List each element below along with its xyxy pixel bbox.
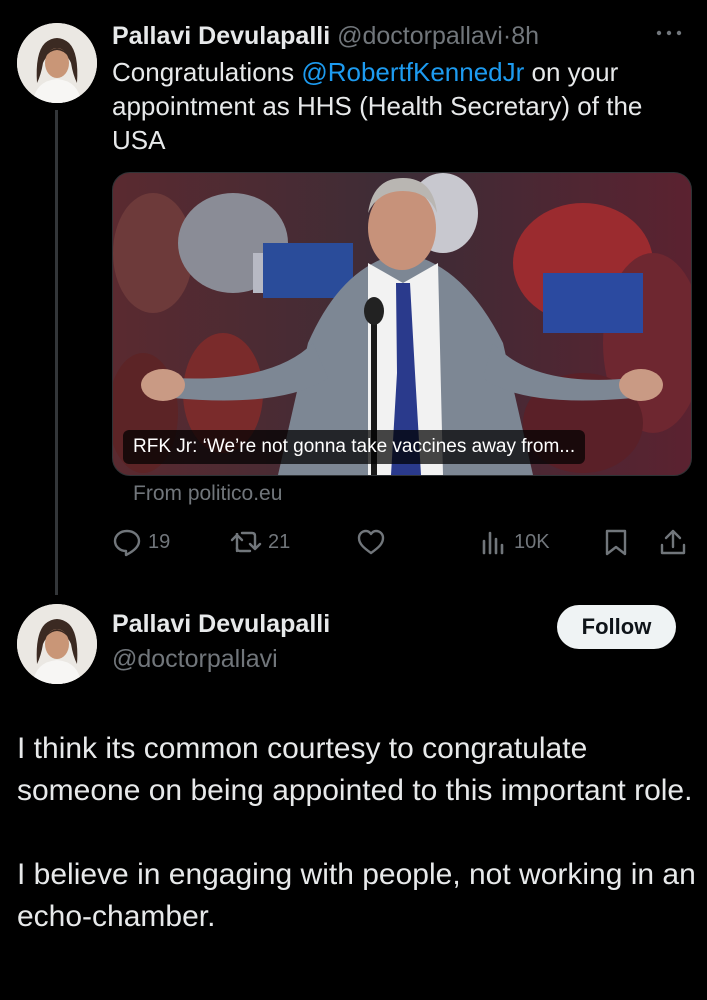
avatar-image (17, 23, 97, 103)
reply-paragraph: I think its common courtesy to congratul… (17, 732, 693, 807)
link-preview-card[interactable]: RFK Jr: ‘We’re not gonna take vaccines a… (112, 172, 692, 476)
follow-button[interactable]: Follow (557, 605, 676, 649)
avatar[interactable] (17, 604, 97, 684)
repost-count: 21 (268, 530, 291, 553)
tweet-time[interactable]: 8h (511, 22, 539, 50)
heart-icon (356, 527, 386, 557)
reply-paragraph: I believe in engaging with people, not w… (17, 858, 696, 933)
bookmark-button[interactable] (602, 524, 630, 560)
reply-count: 19 (148, 530, 171, 553)
reply-text: I think its common courtesy to congratul… (17, 728, 697, 938)
card-caption: RFK Jr: ‘We’re not gonna take vaccines a… (123, 430, 586, 464)
reply-button[interactable]: 19 (112, 524, 170, 560)
more-dots-icon[interactable] (655, 18, 683, 54)
tweet-text: Congratulations @RobertfKennedJr on your… (112, 55, 692, 157)
repost-button[interactable]: 21 (230, 524, 290, 560)
share-upload-icon (658, 527, 688, 557)
bookmark-icon (602, 527, 630, 557)
tweet-actions: 19 21 10K (112, 524, 692, 564)
reply-bubble-icon (112, 527, 142, 557)
avatar-image (17, 604, 97, 684)
thread-connector-line (55, 110, 58, 595)
author-handle[interactable]: @doctorpallavi (337, 22, 503, 50)
mention-link[interactable]: @RobertfKennedJr (301, 57, 524, 87)
reply-author-name[interactable]: Pallavi Devulapalli (112, 610, 330, 639)
share-button[interactable] (658, 524, 688, 560)
tweet-text-start: Congratulations (112, 57, 302, 87)
repost-arrows-icon (230, 527, 262, 557)
author-name[interactable]: Pallavi Devulapalli (112, 22, 330, 50)
avatar[interactable] (17, 23, 97, 103)
like-button[interactable] (356, 524, 386, 560)
tweet-header: Pallavi Devulapalli @doctorpallavi·8h (112, 20, 539, 52)
reply-author-handle[interactable]: @doctorpallavi (112, 645, 278, 674)
separator-dot: · (502, 22, 512, 50)
views-count: 10K (514, 530, 550, 553)
views-button[interactable]: 10K (480, 524, 550, 560)
views-bars-icon (480, 527, 508, 557)
card-source[interactable]: From politico.eu (133, 482, 282, 506)
